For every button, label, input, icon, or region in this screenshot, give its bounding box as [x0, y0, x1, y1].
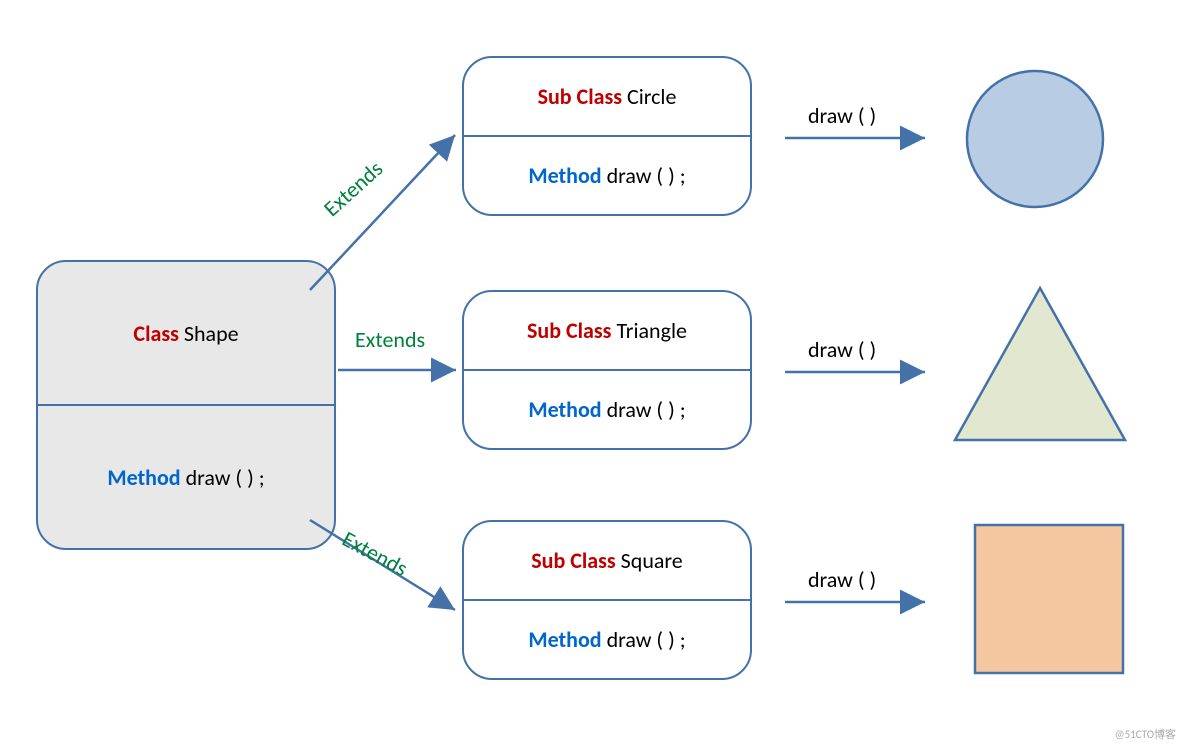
- subclass-keyword: Sub Class: [538, 83, 622, 110]
- triangle-icon: [945, 280, 1135, 450]
- circle-icon: [960, 64, 1110, 214]
- extends-arrow-circle: [280, 120, 480, 300]
- watermark: @51CTO博客: [1115, 726, 1176, 742]
- subclass-name: Circle: [622, 83, 676, 110]
- draw-label-circle: draw ( ): [808, 102, 876, 129]
- method-sig: draw ( ) ;: [181, 464, 265, 491]
- subclass-name: Square: [616, 547, 683, 574]
- subclass-name: Triangle: [611, 317, 687, 344]
- subclass-box-square: Sub Class Square Method draw ( ) ;: [462, 520, 752, 680]
- method-sig: draw ( ) ;: [602, 162, 686, 189]
- class-keyword: Class: [133, 320, 178, 347]
- method-keyword: Method: [107, 464, 180, 491]
- method-keyword: Method: [528, 626, 601, 653]
- draw-label-triangle: draw ( ): [808, 336, 876, 363]
- extends-label-triangle: Extends: [355, 326, 425, 353]
- subclass-title-row: Sub Class Circle: [464, 58, 750, 135]
- subclass-method-row: Method draw ( ) ;: [464, 369, 750, 448]
- subclass-method-row: Method draw ( ) ;: [464, 599, 750, 678]
- extends-arrow-triangle: [336, 350, 476, 390]
- subclass-keyword: Sub Class: [531, 547, 615, 574]
- square-icon: [970, 520, 1130, 680]
- subclass-title-row: Sub Class Square: [464, 522, 750, 599]
- subclass-method-row: Method draw ( ) ;: [464, 135, 750, 214]
- subclass-keyword: Sub Class: [527, 317, 611, 344]
- subclass-box-triangle: Sub Class Triangle Method draw ( ) ;: [462, 290, 752, 450]
- subclass-title-row: Sub Class Triangle: [464, 292, 750, 369]
- method-keyword: Method: [528, 162, 601, 189]
- method-sig: draw ( ) ;: [602, 396, 686, 423]
- draw-label-square: draw ( ): [808, 566, 876, 593]
- method-sig: draw ( ) ;: [602, 626, 686, 653]
- subclass-box-circle: Sub Class Circle Method draw ( ) ;: [462, 56, 752, 216]
- extends-arrow-square: [280, 510, 480, 690]
- class-box-shape: Class Shape Method draw ( ) ;: [36, 260, 336, 550]
- method-keyword: Method: [528, 396, 601, 423]
- class-name: Shape: [179, 320, 239, 347]
